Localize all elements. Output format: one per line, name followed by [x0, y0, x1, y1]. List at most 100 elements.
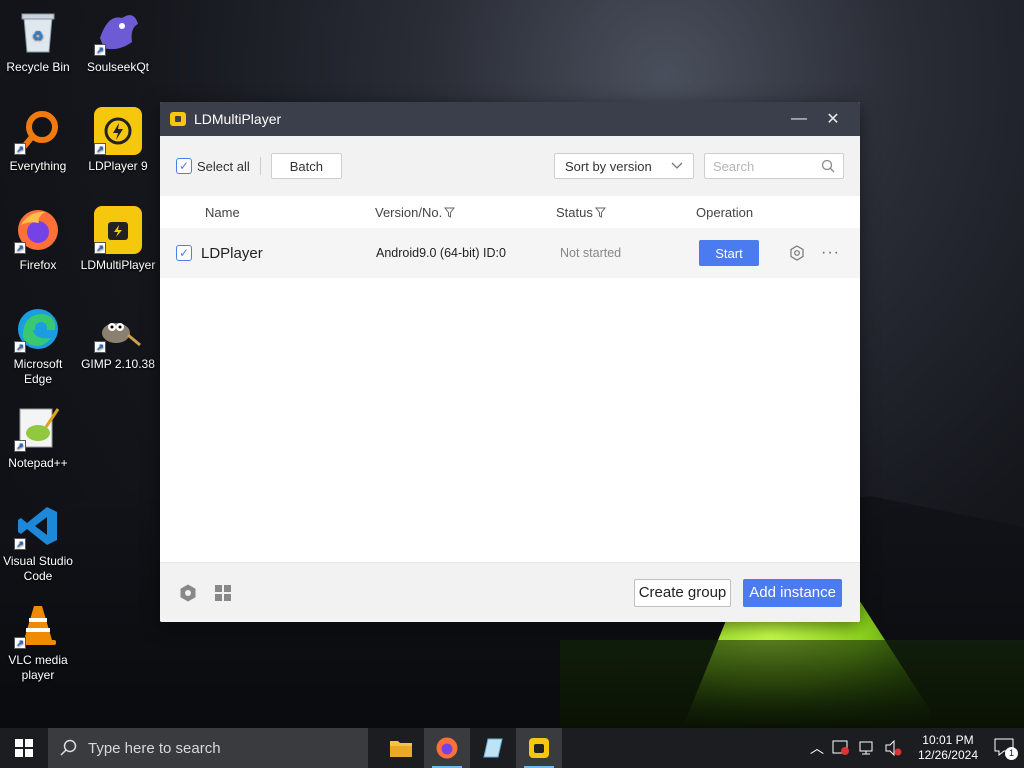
taskbar-ldmultiplayer[interactable] [516, 728, 562, 768]
grid-view-icon[interactable] [214, 584, 232, 602]
toolbar: ✓ Select all Batch Sort by version [160, 136, 860, 196]
desktop-icon-label: LDMultiPlayer [80, 258, 156, 272]
ldmultiplayer-window: LDMultiPlayer — ✕ ✓ Select all Batch Sor… [160, 102, 860, 622]
desktop-icon-ldmultiplayer[interactable]: ↗ LDMultiPlayer [80, 206, 156, 273]
instance-name: LDPlayer [201, 244, 263, 262]
instance-checkbox[interactable]: ✓ [176, 245, 192, 261]
taskbar-search-placeholder: Type here to search [88, 739, 221, 757]
table-header: Name Version/No. Status Operation [160, 196, 860, 228]
search-icon [60, 739, 77, 756]
security-warning-icon[interactable] [832, 740, 850, 756]
column-header-version-label: Version/No. [375, 204, 443, 220]
volume-muted-icon[interactable] [884, 740, 902, 756]
desktop-icon-edge[interactable]: ↗ Microsoft Edge [0, 305, 76, 387]
column-header-name: Name [205, 204, 240, 220]
soulseek-icon: ↗ [94, 8, 142, 56]
clock-time: 10:01 PM [922, 733, 974, 747]
taskbar-search-box[interactable]: Type here to search [48, 728, 368, 768]
search-icon[interactable] [821, 159, 835, 173]
desktop-wallpaper-grass [560, 640, 1024, 730]
search-input[interactable] [713, 158, 821, 174]
desktop-icon-label: Firefox [19, 258, 57, 272]
notepad-icon [483, 738, 503, 758]
window-title: LDMultiPlayer [194, 111, 282, 127]
window-titlebar[interactable]: LDMultiPlayer — ✕ [160, 102, 860, 136]
svg-text:♻: ♻ [32, 29, 44, 44]
instance-version: Android9.0 (64-bit) ID:0 [376, 246, 506, 260]
ldmultiplayer-logo-icon [170, 112, 186, 126]
taskbar: Type here to search ︿ 10:01 PM 12/26/202… [0, 728, 1024, 768]
select-all-label: Select all [197, 158, 250, 174]
close-button[interactable]: ✕ [816, 109, 850, 129]
sort-dropdown[interactable]: Sort by version [554, 153, 694, 179]
batch-button[interactable]: Batch [270, 153, 342, 179]
system-tray: ︿ 10:01 PM 12/26/2024 1 [810, 733, 1024, 763]
more-options-icon[interactable]: ··· [821, 244, 840, 262]
desktop-icon-label: SoulseekQt [86, 60, 150, 74]
taskbar-file-explorer[interactable] [378, 728, 424, 768]
desktop-icon-firefox[interactable]: ↗ Firefox [0, 206, 76, 273]
desktop-icon-label: VLC media player [8, 653, 68, 682]
ldplayer-icon: ↗ [94, 107, 142, 155]
taskbar-clock[interactable]: 10:01 PM 12/26/2024 [918, 733, 978, 763]
recycle-bin-icon: ♻ [14, 8, 62, 56]
desktop-icon-label: Notepad++ [8, 456, 68, 470]
chevron-up-icon[interactable]: ︿ [810, 738, 824, 758]
desktop-icon-vscode[interactable]: ↗ Visual Studio Code [0, 502, 76, 584]
window-footer: Create group Add instance [160, 562, 860, 622]
instance-settings-gear-icon[interactable] [789, 245, 805, 261]
vlc-icon: ↗ [14, 601, 62, 649]
desktop-icon-soulseek[interactable]: ↗ SoulseekQt [80, 8, 156, 75]
start-button[interactable] [0, 728, 48, 768]
notepadpp-icon: ↗ [14, 404, 62, 452]
desktop-icon-everything[interactable]: ↗ Everything [0, 107, 76, 174]
add-instance-button[interactable]: Add instance [743, 578, 842, 607]
everything-icon: ↗ [14, 107, 62, 155]
instance-status: Not started [560, 246, 622, 260]
search-box[interactable] [704, 153, 844, 179]
filter-icon[interactable] [444, 207, 456, 218]
windows-logo-icon [15, 739, 33, 757]
edge-icon: ↗ [14, 305, 62, 353]
desktop-icon-label: Visual Studio Code [3, 554, 73, 583]
desktop-icon-label: Everything [9, 159, 67, 173]
ldmultiplayer-icon: ↗ [94, 206, 142, 254]
notification-count-badge: 1 [1005, 747, 1018, 760]
desktop-icon-label: Recycle Bin [6, 60, 70, 74]
desktop-icon-label: Microsoft Edge [13, 357, 63, 386]
desktop-icon-ldplayer[interactable]: ↗ LDPlayer 9 [80, 107, 156, 174]
create-group-button[interactable]: Create group [633, 578, 732, 607]
firefox-icon: ↗ [14, 206, 62, 254]
instance-row[interactable]: ✓ LDPlayer Android9.0 (64-bit) ID:0 Not … [160, 228, 860, 278]
settings-gear-icon[interactable] [178, 583, 198, 603]
network-icon[interactable] [858, 740, 876, 756]
sort-dropdown-value: Sort by version [565, 158, 652, 174]
minimize-button[interactable]: — [782, 110, 816, 128]
column-header-status[interactable]: Status [556, 205, 696, 220]
desktop-icon-label: GIMP 2.10.38 [81, 357, 155, 371]
column-header-operation: Operation [696, 204, 754, 220]
column-header-status-label: Status [556, 204, 593, 220]
clock-date: 12/26/2024 [917, 748, 978, 762]
instance-list-empty-area [160, 278, 860, 562]
desktop-icon-recycle-bin[interactable]: ♻ Recycle Bin [0, 8, 76, 75]
filter-icon[interactable] [594, 207, 606, 218]
desktop-icon-notepadpp[interactable]: ↗ Notepad++ [0, 404, 76, 471]
desktop-icon-vlc[interactable]: ↗ VLC media player [0, 601, 76, 683]
gimp-icon: ↗ [94, 305, 142, 353]
desktop-icon-label: LDPlayer 9 [88, 159, 148, 173]
taskbar-notepad-app[interactable] [470, 728, 516, 768]
toolbar-divider [259, 157, 261, 175]
taskbar-firefox[interactable] [424, 728, 470, 768]
folder-icon [390, 741, 412, 757]
select-all-checkbox[interactable]: ✓ Select all [176, 158, 250, 174]
checkbox-checked-icon[interactable]: ✓ [176, 158, 192, 174]
start-button[interactable]: Start [699, 240, 759, 266]
vscode-icon: ↗ [14, 502, 62, 550]
ldmultiplayer-icon [529, 738, 549, 758]
notification-center-icon[interactable]: 1 [994, 738, 1018, 760]
column-header-version[interactable]: Version/No. [375, 205, 556, 220]
firefox-icon [436, 737, 458, 759]
chevron-down-icon [671, 162, 683, 169]
desktop-icon-gimp[interactable]: ↗ GIMP 2.10.38 [80, 305, 156, 372]
